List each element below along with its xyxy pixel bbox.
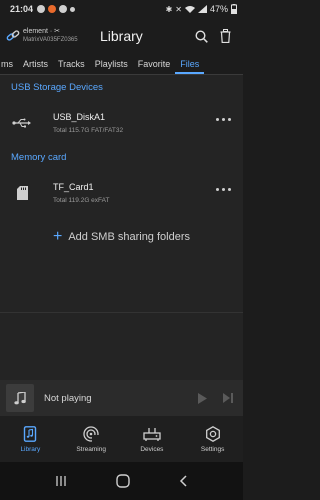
library-icon bbox=[24, 425, 37, 442]
home-icon[interactable] bbox=[116, 474, 130, 488]
system-navigation-bar bbox=[0, 462, 243, 500]
nav-label: Streaming bbox=[76, 445, 106, 453]
back-icon[interactable] bbox=[179, 475, 188, 487]
tab-favorite[interactable]: Favorite bbox=[133, 54, 176, 74]
nav-label: Devices bbox=[140, 445, 164, 453]
tab-playlists[interactable]: Playlists bbox=[90, 54, 133, 74]
notification-icon bbox=[59, 5, 68, 13]
playback-status: Not playing bbox=[44, 392, 92, 404]
notification-icons bbox=[37, 5, 76, 13]
system-status-icons: ✱ ✕ 47% bbox=[166, 4, 237, 14]
plus-icon: + bbox=[52, 228, 63, 245]
bluetooth-icon: ✱ bbox=[165, 4, 173, 14]
storage-item-memory-card[interactable]: TF_Card1 Total 119.2G exFAT bbox=[0, 171, 243, 215]
battery-level: 47% bbox=[209, 4, 228, 14]
device-selector[interactable]: element · ✂ MatrixVA035FZ0365 bbox=[0, 27, 96, 45]
storage-detail: Total 115.7G FAT/FAT32 bbox=[53, 127, 124, 134]
sd-card-icon bbox=[16, 186, 28, 200]
storage-name: TF_Card1 bbox=[53, 182, 94, 192]
status-time: 21:04 bbox=[10, 4, 34, 14]
nav-library[interactable]: Library bbox=[0, 425, 60, 453]
storage-name: USB_DiskA1 bbox=[53, 112, 106, 122]
section-title-memory: Memory card bbox=[11, 152, 67, 163]
recent-apps-icon[interactable] bbox=[55, 475, 67, 487]
streaming-icon bbox=[83, 425, 100, 442]
files-content: USB Storage Devices USB_DiskA1 Total 115… bbox=[0, 75, 243, 380]
more-options-icon[interactable] bbox=[216, 118, 231, 121]
bottom-navigation: Library Streaming Devices Settings bbox=[0, 416, 243, 462]
search-icon[interactable] bbox=[195, 29, 208, 43]
tab-artists[interactable]: Artists bbox=[18, 54, 53, 74]
more-options-icon[interactable] bbox=[216, 188, 231, 191]
link-icon bbox=[6, 30, 20, 41]
tab-tracks[interactable]: Tracks bbox=[53, 54, 90, 74]
nav-label: Library bbox=[20, 445, 41, 453]
trash-icon[interactable] bbox=[220, 29, 231, 43]
content-divider bbox=[0, 312, 243, 313]
mute-icon: ✕ bbox=[175, 4, 182, 14]
app-header: element · ✂ MatrixVA035FZ0365 Library bbox=[0, 18, 243, 54]
library-tabs: ms Artists Tracks Playlists Favorite Fil… bbox=[0, 54, 243, 74]
device-id: MatrixVA035FZ0365 bbox=[23, 37, 78, 43]
notification-icon bbox=[48, 5, 57, 13]
section-title-usb: USB Storage Devices bbox=[11, 82, 103, 93]
battery-icon bbox=[231, 4, 237, 14]
signal-icon bbox=[197, 5, 207, 13]
storage-detail: Total 119.2G exFAT bbox=[53, 197, 110, 204]
nav-devices[interactable]: Devices bbox=[122, 426, 182, 453]
nav-streaming[interactable]: Streaming bbox=[61, 425, 121, 453]
mini-player[interactable]: Not playing bbox=[0, 380, 243, 416]
nav-settings[interactable]: Settings bbox=[183, 425, 243, 453]
next-icon[interactable] bbox=[223, 393, 233, 403]
add-smb-label: Add SMB sharing folders bbox=[68, 231, 190, 243]
tab-albums[interactable]: ms bbox=[0, 54, 18, 74]
album-art bbox=[6, 384, 34, 412]
page-title: Library bbox=[100, 28, 143, 44]
status-bar: 21:04 ✱ ✕ 47% bbox=[0, 0, 243, 18]
notification-icon bbox=[70, 6, 76, 12]
music-note-icon bbox=[14, 391, 26, 404]
device-name: element · ✂ bbox=[23, 28, 60, 35]
notification-icon bbox=[37, 5, 46, 13]
play-icon[interactable] bbox=[198, 392, 207, 404]
storage-item-usb[interactable]: USB_DiskA1 Total 115.7G FAT/FAT32 bbox=[0, 101, 243, 145]
tab-files[interactable]: Files bbox=[175, 54, 205, 74]
devices-icon bbox=[143, 427, 161, 441]
add-smb-button[interactable]: + Add SMB sharing folders bbox=[0, 219, 243, 255]
wifi-icon bbox=[184, 6, 195, 13]
usb-icon bbox=[12, 118, 31, 128]
settings-icon bbox=[205, 425, 220, 442]
nav-label: Settings bbox=[200, 445, 225, 453]
